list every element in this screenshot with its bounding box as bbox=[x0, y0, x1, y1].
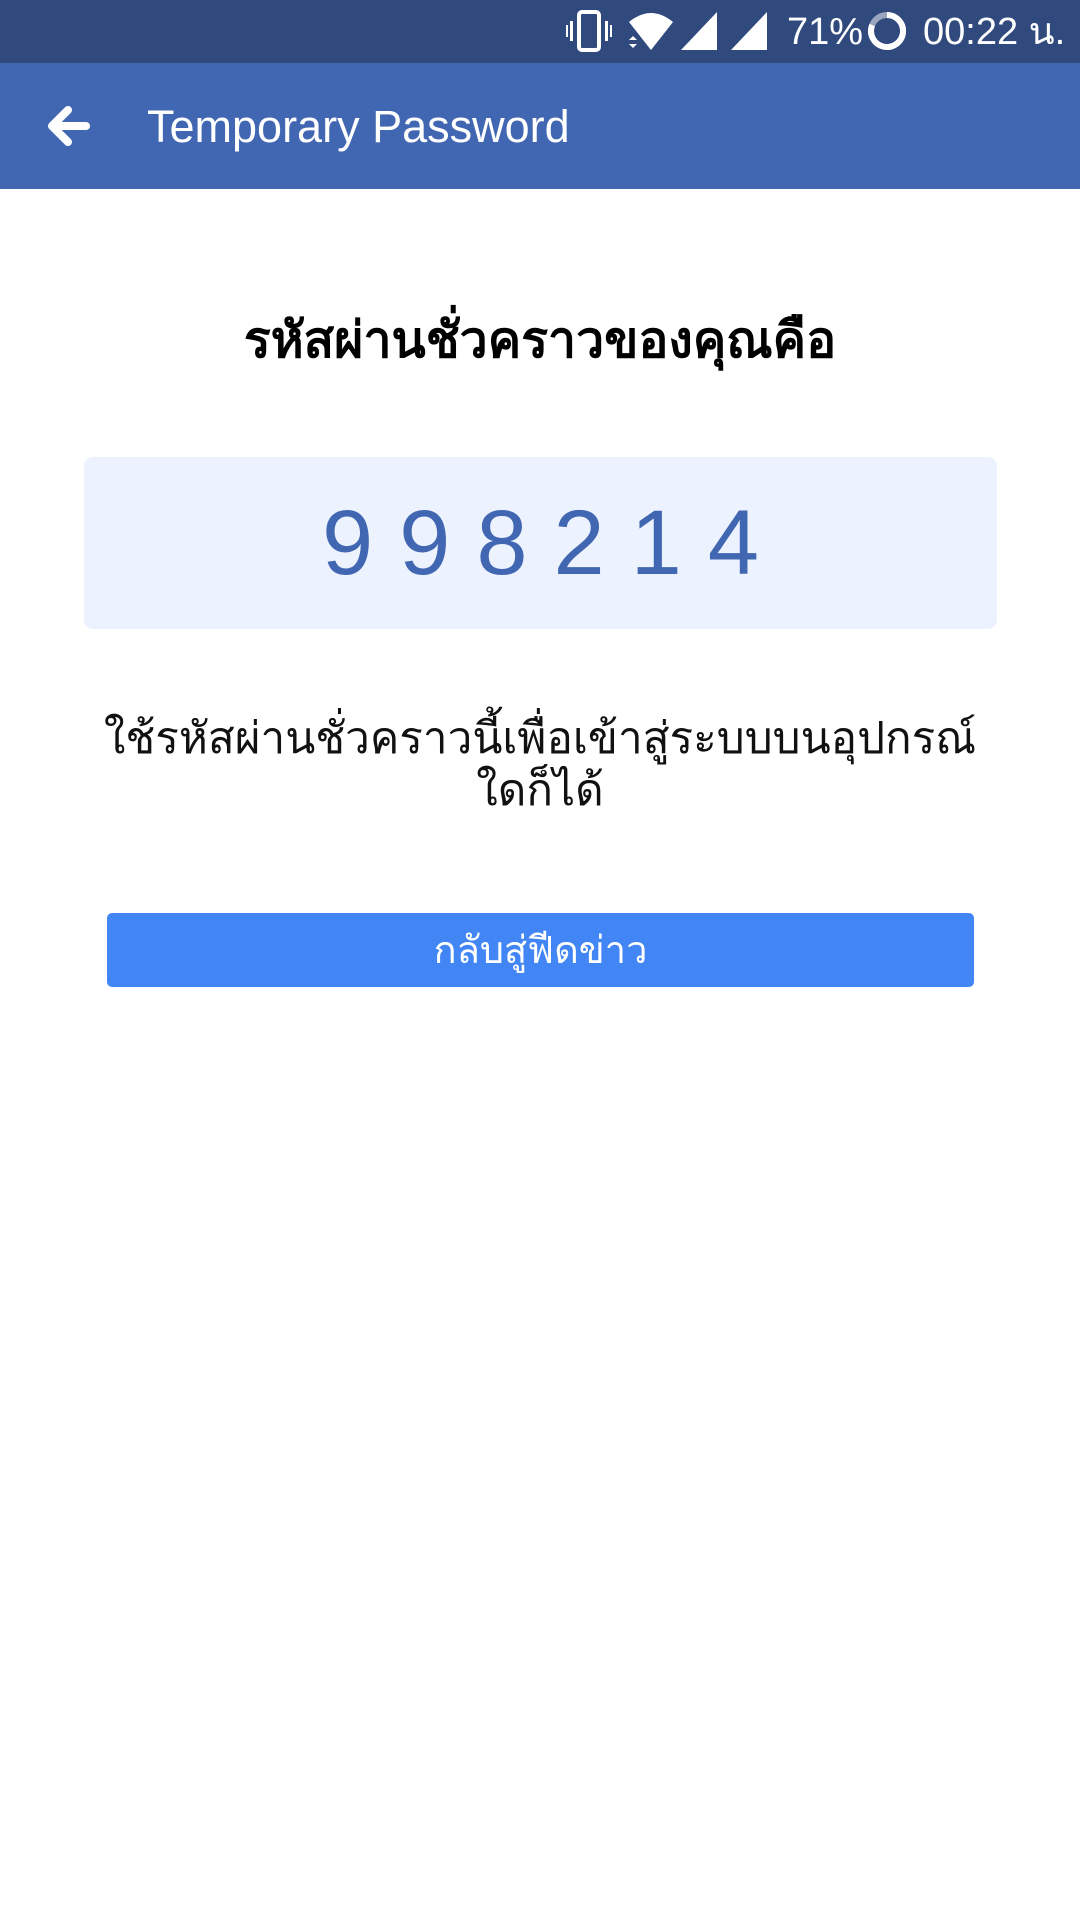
back-arrow-icon bbox=[36, 106, 108, 163]
back-button[interactable] bbox=[36, 93, 108, 159]
status-bar: 71% 00:22 น. bbox=[0, 0, 1080, 63]
temporary-password-code: 998214 bbox=[322, 492, 785, 594]
wifi-icon bbox=[627, 10, 675, 56]
instruction-text: ใช้รหัสผ่านชั่วคราวนี้เพื่อเข้าสู่ระบบบน… bbox=[103, 713, 977, 816]
back-to-news-feed-button[interactable]: กลับสู่ฟีดข่าว bbox=[107, 913, 974, 987]
signal-icon bbox=[679, 10, 719, 56]
clock: 00:22 น. bbox=[923, 11, 1066, 53]
battery-icon bbox=[866, 10, 908, 56]
battery-percent: 71% bbox=[787, 11, 864, 53]
password-code-box: 998214 bbox=[84, 457, 997, 629]
app-bar: Temporary Password bbox=[0, 63, 1080, 189]
temporary-password-heading: รหัสผ่านชั่วคราวของคุณคือ bbox=[243, 311, 837, 369]
vibrate-icon bbox=[566, 10, 612, 56]
signal-icon bbox=[729, 10, 769, 56]
page-title: Temporary Password bbox=[147, 101, 570, 152]
